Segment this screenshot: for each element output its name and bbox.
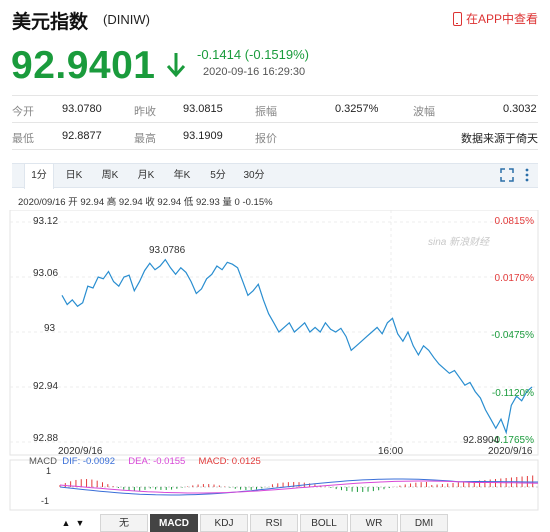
price-series-line — [61, 258, 533, 435]
crosshair-info: 2020/09/16 开 92.94 高 92.94 收 92.94 低 92.… — [18, 197, 273, 208]
data-source: 数据来源于倚天 — [461, 133, 538, 145]
prev-close-value: 93.0815 — [183, 103, 223, 115]
indicator-tab-none[interactable]: 无 — [100, 514, 148, 532]
price-change: -0.1414 (-0.1519%) — [197, 47, 310, 62]
down-arrow-icon — [166, 53, 186, 78]
page-title: 美元指数 — [12, 12, 89, 33]
wave-label: 波幅 — [413, 106, 435, 118]
prev-close-label: 昨收 — [134, 106, 156, 118]
indicator-tab-macd[interactable]: MACD — [150, 514, 198, 532]
high-value: 93.1909 — [183, 130, 223, 142]
tab-weekly-k[interactable]: 周K — [94, 164, 126, 188]
open-label: 今开 — [12, 106, 34, 118]
macd-legend-title: MACD — [29, 456, 57, 467]
indicator-tab-wr[interactable]: WR — [350, 514, 398, 532]
pct-tick-label: -0.1120% — [491, 388, 534, 399]
divider — [12, 149, 538, 150]
scroll-controls: ▲ ▼ — [59, 514, 87, 532]
indicator-tab-dmi[interactable]: DMI — [400, 514, 448, 532]
y-tick-label: 92.88 — [33, 433, 59, 444]
max-price-label: 93.0786 — [149, 245, 186, 256]
macd-dea-label: DEA: -0.0155 — [128, 456, 186, 467]
y-tick-label: 93 — [44, 323, 56, 334]
more-options-icon[interactable] — [524, 168, 530, 182]
x-tick-label: 16:00 — [378, 446, 404, 457]
macd-tick-label: -1 — [41, 496, 50, 506]
indicator-tab-kdj[interactable]: KDJ — [200, 514, 248, 532]
low-value: 92.8877 — [62, 130, 102, 142]
sina-watermark: sina 新浪财经 — [428, 237, 490, 248]
quote-time: 2020-09-16 16:29:30 — [203, 66, 306, 78]
pct-tick-label: -0.0475% — [491, 330, 534, 341]
tab-30min[interactable]: 30分 — [238, 164, 270, 188]
tab-1min[interactable]: 1分 — [24, 164, 54, 189]
period-tab-bar: 1分 日K 周K 月K 年K 5分 30分 — [12, 163, 538, 189]
high-label: 最高 — [134, 133, 156, 145]
min-price-label: 92.8904 — [463, 435, 500, 446]
pct-tick-label: 0.0815% — [494, 216, 534, 227]
x-tick-label: 2020/9/16 — [488, 446, 533, 457]
indicator-tab-boll[interactable]: BOLL — [300, 514, 348, 532]
open-value: 93.0780 — [62, 103, 102, 115]
tab-daily-k[interactable]: 日K — [58, 164, 90, 188]
macd-tick-label: 1 — [46, 466, 52, 476]
macd-dif-label: DIF: -0.0092 — [62, 456, 116, 467]
phone-icon — [452, 11, 462, 26]
y-tick-label: 93.12 — [33, 216, 59, 227]
current-price: 92.9401 — [11, 44, 156, 87]
scroll-up-button[interactable]: ▲ — [59, 514, 73, 532]
y-tick-label: 93.06 — [33, 268, 59, 279]
low-label: 最低 — [12, 133, 34, 145]
divider — [12, 122, 538, 123]
open-in-app-label: 在APP中查看 — [465, 12, 538, 26]
symbol-code: (DINIW) — [103, 12, 150, 27]
fullscreen-icon[interactable] — [500, 168, 514, 182]
tab-monthly-k[interactable]: 月K — [130, 164, 162, 188]
tab-5min[interactable]: 5分 — [204, 164, 232, 188]
open-in-app-link[interactable]: 在APP中查看 — [452, 10, 538, 27]
pct-tick-label: 0.0170% — [494, 273, 534, 284]
y-tick-label: 92.94 — [33, 381, 59, 392]
tab-yearly-k[interactable]: 年K — [166, 164, 198, 188]
indicator-tab-rsi[interactable]: RSI — [250, 514, 298, 532]
quote-label: 报价 — [255, 133, 277, 145]
macd-legend: MACD DIF: -0.0092 DEA: -0.0155 MACD: 0.0… — [29, 456, 261, 467]
wave-value: 0.3032 — [503, 103, 537, 115]
indicator-tab-bar: 无 MACD KDJ RSI BOLL WR DMI — [100, 514, 450, 532]
amplitude-label: 振幅 — [255, 106, 277, 118]
amplitude-value: 0.3257% — [335, 103, 379, 115]
macd-value-label: MACD: 0.0125 — [198, 456, 261, 467]
divider — [12, 95, 538, 96]
scroll-down-button[interactable]: ▼ — [73, 514, 87, 532]
